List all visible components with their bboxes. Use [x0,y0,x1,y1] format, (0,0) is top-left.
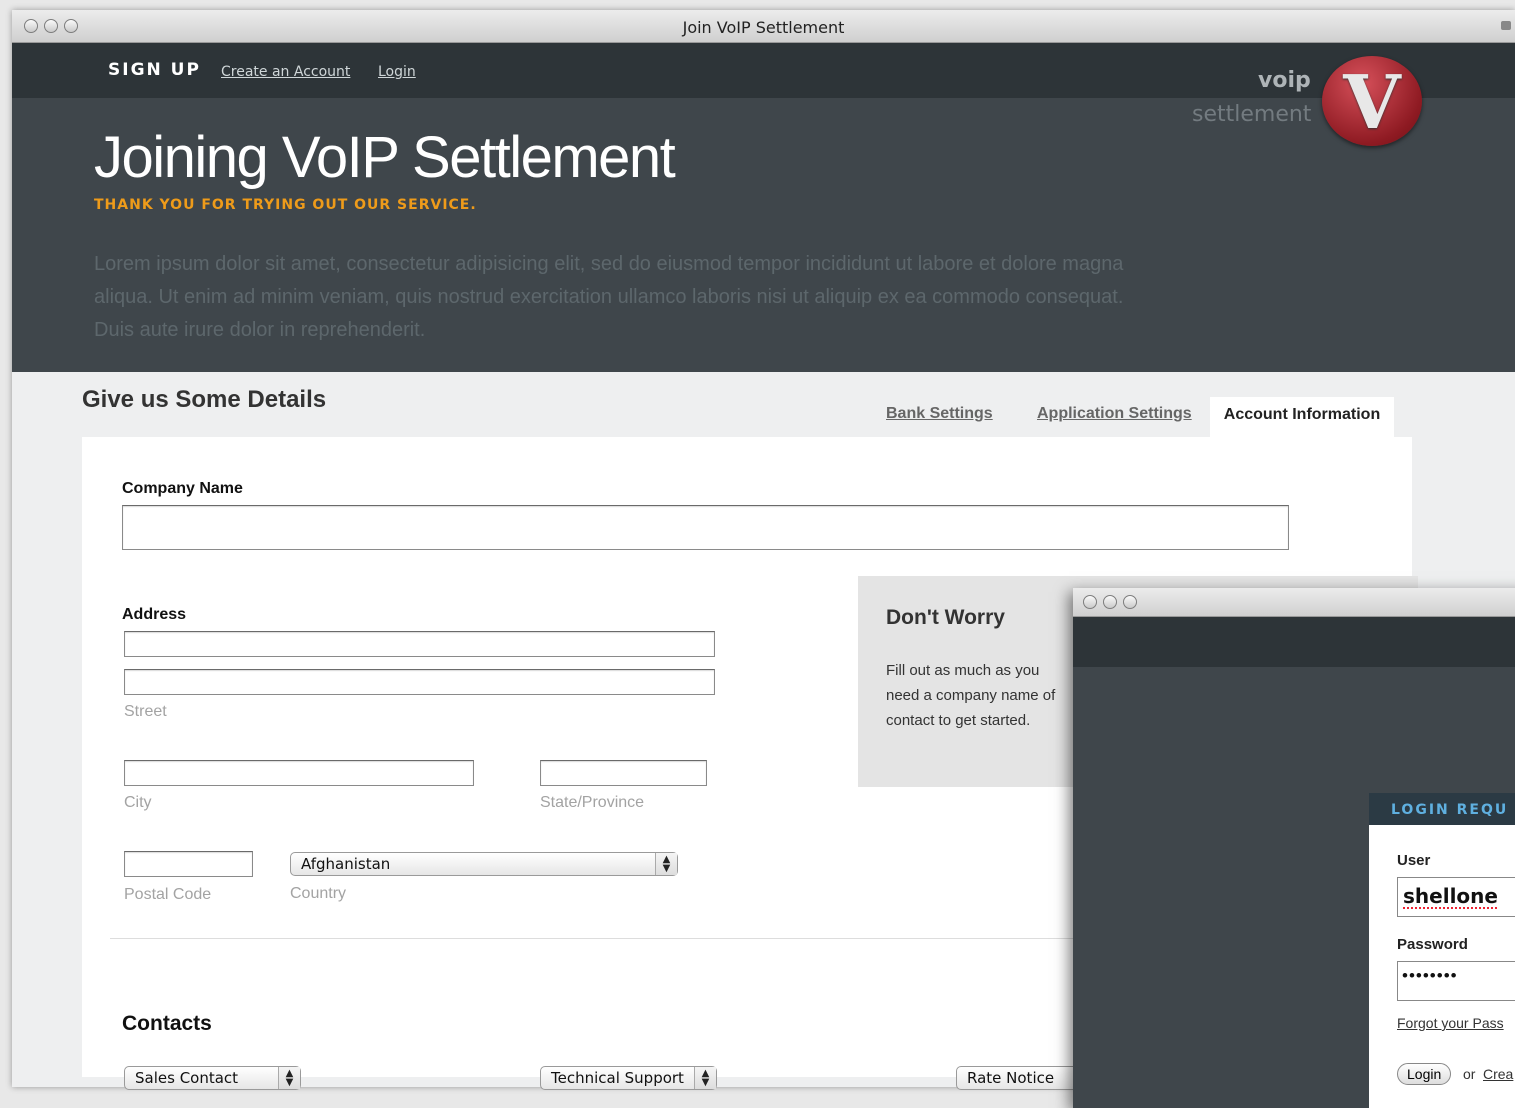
tab-bank-settings[interactable]: Bank Settings [886,405,993,423]
login-header: LOGIN REQU [1369,793,1515,825]
forgot-password-link[interactable]: Forgot your Pass [1397,1015,1504,1031]
state-hint: State/Province [540,794,645,811]
city-hint: City [124,794,152,811]
tagline: THANK YOU FOR TRYING OUT OUR SERVICE. [94,197,477,213]
login-box: LOGIN REQU User shellone Password ••••••… [1369,793,1515,1108]
logo-text-voip: voip [1258,68,1311,93]
or-text: or [1463,1066,1476,1082]
create-account-link-login[interactable]: Crea [1483,1066,1513,1082]
country-select[interactable]: Afghanistan ▲ ▼ [290,852,678,876]
city-input[interactable] [124,760,474,786]
create-account-link[interactable]: Create an Account [221,64,350,80]
address-label: Address [122,606,187,623]
title-bar: Join VoIP Settlement [12,10,1515,43]
country-hint: Country [290,885,347,902]
tab-application-settings[interactable]: Application Settings [1037,405,1192,423]
company-name-label: Company Name [122,480,243,497]
technical-support-select[interactable]: Technical Support ▲ ▼ [540,1066,717,1090]
login-button[interactable]: Login [1397,1063,1452,1085]
state-input[interactable] [540,760,707,786]
login-link[interactable]: Login [378,64,416,80]
technical-support-value: Technical Support [551,1069,684,1087]
sales-contact-select[interactable]: Sales Contact ▲ ▼ [124,1066,301,1090]
logo-badge: V [1322,56,1422,146]
password-label: Password [1397,936,1468,953]
login-window-topbar [1073,617,1515,667]
logo-letter: V [1343,60,1401,146]
close-button[interactable] [1083,595,1097,609]
sales-contact-value: Sales Contact [135,1069,239,1087]
section-title: Give us Some Details [82,386,327,413]
login-window: LOGIN REQU User shellone Password ••••••… [1073,588,1515,1108]
tab-account-information[interactable]: Account Information [1210,397,1394,437]
info-box-title: Don't Worry [886,606,1005,629]
user-label: User [1397,852,1431,869]
address-line2-input[interactable] [124,669,715,695]
hero-description: Lorem ipsum dolor sit amet, consectetur … [94,253,1124,341]
user-input[interactable]: shellone [1397,877,1515,917]
login-window-title-bar [1073,588,1515,617]
select-arrows-icon: ▲ ▼ [278,1067,300,1089]
hero-section: voip settlement V Joining VoIP Settlemen… [12,56,1515,372]
select-arrows-icon: ▲ ▼ [655,853,677,875]
rate-notice-value: Rate Notice [967,1069,1055,1087]
password-input[interactable]: •••••••• [1397,961,1515,1001]
contacts-label: Contacts [122,1012,212,1035]
info-box-text: Fill out as much as you need a company n… [886,662,1056,729]
company-name-input[interactable] [122,505,1289,550]
minimize-button[interactable] [1103,595,1117,609]
window-title: Join VoIP Settlement [682,18,845,37]
signup-label: SIGN UP [108,60,201,80]
address-line1-input[interactable] [124,631,715,657]
postal-code-hint: Postal Code [124,886,212,903]
login-window-controls [1083,595,1137,609]
select-arrows-icon: ▲ ▼ [694,1067,716,1089]
zoom-button[interactable] [1123,595,1137,609]
country-select-value: Afghanistan [301,855,391,873]
postal-code-input[interactable] [124,851,253,877]
logo-text-settlement: settlement [1192,102,1312,127]
page-title: Joining VoIP Settlement [94,125,676,190]
lock-icon [1501,21,1511,30]
street-hint: Street [124,703,167,720]
